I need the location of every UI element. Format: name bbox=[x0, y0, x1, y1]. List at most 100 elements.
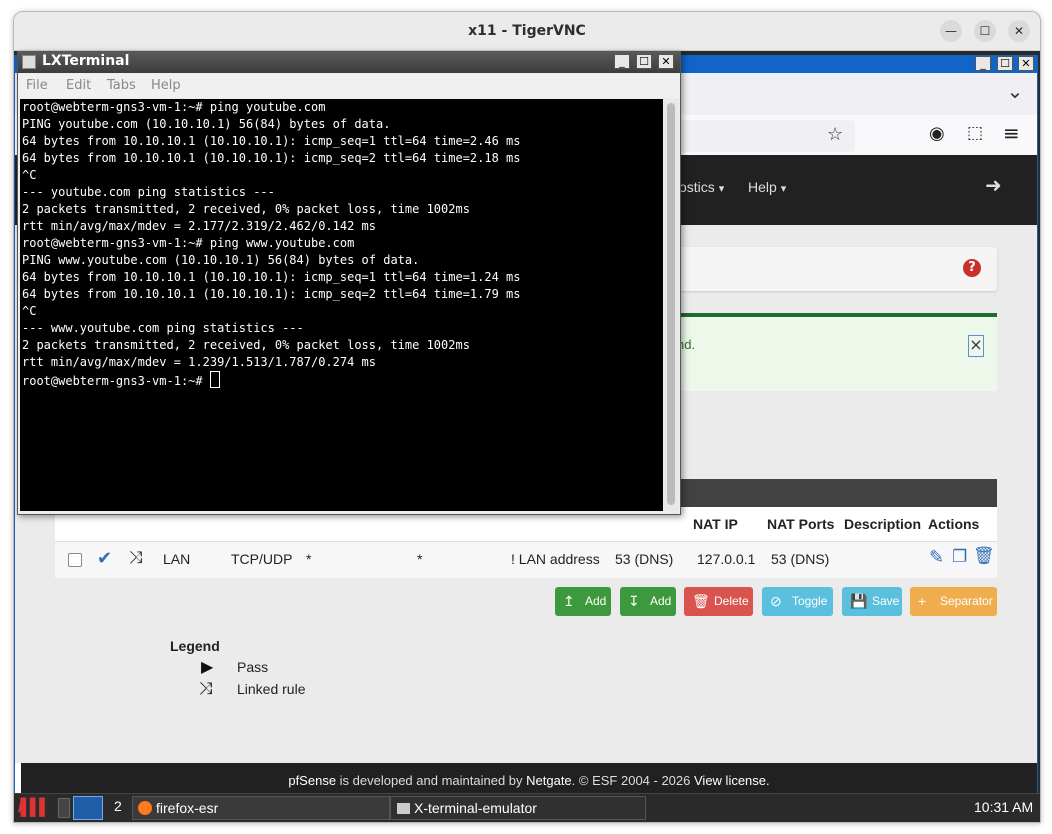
ban-icon: ⊘ bbox=[770, 593, 782, 609]
footer-copyright: . © ESF 2004 - 2026 bbox=[571, 773, 694, 788]
vnc-title: x11 - TigerVNC bbox=[468, 23, 586, 39]
footer-company-link[interactable]: Netgate bbox=[526, 773, 572, 788]
check-icon[interactable]: ✔ bbox=[97, 548, 112, 569]
cell-protocol: TCP/UDP bbox=[231, 551, 293, 567]
add-bottom-button[interactable]: ↧ Add bbox=[620, 587, 676, 616]
col-nat-ip: NAT IP bbox=[693, 516, 738, 532]
terminal-close-button[interactable]: ✕ bbox=[658, 54, 674, 69]
arrow-up-icon: ↥ bbox=[563, 593, 575, 609]
terminal-minimize-button[interactable]: _ bbox=[614, 54, 630, 69]
plus-icon: + bbox=[918, 593, 927, 609]
terminal-line: 64 bytes from 10.10.10.1 (10.10.10.1): i… bbox=[22, 151, 521, 165]
show-desktop-icon[interactable] bbox=[58, 798, 70, 818]
terminal-line: 64 bytes from 10.10.10.1 (10.10.10.1): i… bbox=[22, 287, 521, 301]
save-button[interactable]: 💾 Save bbox=[842, 587, 902, 616]
save-icon: 💾 bbox=[850, 593, 868, 609]
list-all-tabs-icon[interactable]: ⌄ bbox=[1005, 81, 1025, 105]
menu-edit[interactable]: Edit bbox=[66, 78, 91, 93]
account-icon[interactable]: ◉ bbox=[929, 123, 945, 144]
legend-linked-label: Linked rule bbox=[237, 681, 306, 697]
terminal-scrollbar[interactable] bbox=[664, 99, 678, 511]
terminal-line: PING www.youtube.com (10.10.10.1) 56(84)… bbox=[22, 253, 420, 267]
menu-tabs[interactable]: Tabs bbox=[107, 78, 136, 93]
terminal-line: PING youtube.com (10.10.10.1) 56(84) byt… bbox=[22, 117, 391, 131]
delete-button[interactable]: 🗑 Delete bbox=[684, 587, 753, 616]
help-icon[interactable]: ? bbox=[963, 259, 981, 277]
taskbar: /▌▌▌ 2 firefox-esr X-terminal-emulator 1… bbox=[14, 793, 1040, 822]
cell-source-ports: * bbox=[417, 551, 423, 567]
menu-file[interactable]: File bbox=[26, 78, 48, 93]
task-terminal[interactable]: X-terminal-emulator bbox=[390, 796, 646, 820]
edit-icon[interactable]: ✎ bbox=[929, 547, 944, 568]
add-top-button[interactable]: ↥ Add bbox=[555, 587, 611, 616]
cell-dest-address: ! LAN address bbox=[511, 551, 600, 567]
terminal-prompt-line: root@webterm-gns3-vm-1:~# bbox=[22, 371, 663, 390]
table-row[interactable]: ✔ ⤨ LAN TCP/UDP * * ! LAN address 53 (DN… bbox=[55, 541, 997, 578]
firefox-close-button[interactable]: ✕ bbox=[1018, 56, 1034, 71]
copy-icon[interactable]: ❐ bbox=[952, 547, 967, 567]
trash-icon: 🗑 bbox=[692, 593, 710, 609]
terminal-prompt: root@webterm-gns3-vm-1:~# bbox=[22, 374, 210, 388]
terminal-line: 64 bytes from 10.10.10.1 (10.10.10.1): i… bbox=[22, 270, 521, 284]
lxterminal-window: LXTerminal _ ☐ ✕ File Edit Tabs Help roo… bbox=[17, 51, 681, 515]
firefox-maximize-button[interactable]: ☐ bbox=[997, 56, 1013, 71]
lxterminal-titlebar[interactable]: LXTerminal _ ☐ ✕ bbox=[18, 52, 680, 73]
alert-close-button[interactable]: × bbox=[968, 335, 984, 357]
vnc-titlebar: x11 - TigerVNC — ☐ ✕ bbox=[14, 12, 1040, 51]
cell-source-address: * bbox=[306, 551, 312, 567]
task-terminal-label: X-terminal-emulator bbox=[414, 800, 537, 816]
terminal-line: ^C bbox=[22, 168, 37, 182]
toggle-button[interactable]: ⊘ Toggle bbox=[762, 587, 833, 616]
arrow-down-icon: ↧ bbox=[628, 593, 640, 609]
terminal-line: --- youtube.com ping statistics --- bbox=[22, 185, 275, 199]
extensions-icon[interactable]: ⬚ bbox=[967, 123, 983, 143]
logout-icon[interactable]: ➜ bbox=[985, 173, 1002, 197]
lxterminal-title: LXTerminal bbox=[42, 53, 130, 69]
cell-nat-ports: 53 (DNS) bbox=[771, 551, 830, 567]
row-select-checkbox[interactable] bbox=[68, 553, 82, 567]
scrollbar-thumb[interactable] bbox=[667, 103, 675, 505]
cell-dest-ports: 53 (DNS) bbox=[615, 551, 674, 567]
chevron-down-icon: ▾ bbox=[718, 183, 725, 195]
col-nat-ports: NAT Ports bbox=[767, 516, 835, 532]
start-menu-icon[interactable]: /▌▌▌ bbox=[18, 796, 54, 820]
nav-diagnostics-label: ostics bbox=[679, 179, 715, 195]
separator-button[interactable]: + Separator bbox=[910, 587, 997, 616]
nav-help[interactable]: Help ▾ bbox=[748, 179, 786, 195]
footer-brand-link[interactable]: pfSense bbox=[288, 773, 336, 788]
nav-diagnostics[interactable]: ostics ▾ bbox=[679, 179, 724, 195]
vnc-maximize-button[interactable]: ☐ bbox=[974, 20, 996, 42]
vnc-minimize-button[interactable]: — bbox=[940, 20, 962, 42]
linked-rule-icon: ⤨ bbox=[199, 679, 213, 699]
linked-rule-icon: ⤨ bbox=[129, 548, 143, 567]
terminal-icon bbox=[397, 803, 410, 814]
terminal-line: ^C bbox=[22, 304, 37, 318]
terminal-line: 64 bytes from 10.10.10.1 (10.10.10.1): i… bbox=[22, 134, 521, 148]
cell-nat-ip: 127.0.0.1 bbox=[697, 551, 756, 567]
footer-text: is developed and maintained by bbox=[336, 773, 527, 788]
firefox-minimize-button[interactable]: _ bbox=[975, 56, 991, 71]
desktop-1-button[interactable] bbox=[73, 796, 103, 820]
terminal-line: root@webterm-gns3-vm-1:~# ping www.youtu… bbox=[22, 236, 355, 250]
terminal-line: rtt min/avg/max/mdev = 1.239/1.513/1.787… bbox=[22, 355, 377, 369]
bookmark-star-icon[interactable]: ☆ bbox=[827, 124, 843, 145]
task-firefox[interactable]: firefox-esr bbox=[132, 796, 390, 820]
terminal-output[interactable]: root@webterm-gns3-vm-1:~# ping youtube.c… bbox=[20, 99, 663, 511]
terminal-app-icon bbox=[22, 55, 36, 69]
clock: 10:31 AM bbox=[974, 799, 1034, 815]
chevron-down-icon: ▾ bbox=[780, 183, 787, 195]
desktop-2-button[interactable]: 2 bbox=[114, 798, 122, 814]
terminal-maximize-button[interactable]: ☐ bbox=[636, 54, 652, 69]
footer-license-link[interactable]: View license. bbox=[694, 773, 770, 788]
terminal-line: --- www.youtube.com ping statistics --- bbox=[22, 321, 304, 335]
vnc-window: x11 - TigerVNC — ☐ ✕ _ ☐ ✕ ⌄ ☆ ◉ ⬚ ≡ ost… bbox=[13, 11, 1041, 823]
menu-help[interactable]: Help bbox=[151, 78, 181, 93]
app-menu-icon[interactable]: ≡ bbox=[1003, 121, 1020, 145]
terminal-line: root@webterm-gns3-vm-1:~# ping youtube.c… bbox=[22, 100, 326, 114]
remote-desktop: _ ☐ ✕ ⌄ ☆ ◉ ⬚ ≡ ostics ▾ Help ▾ ➜ ? nd. … bbox=[14, 51, 1040, 822]
trash-icon[interactable]: 🗑 bbox=[973, 546, 995, 566]
terminal-line: rtt min/avg/max/mdev = 2.177/2.319/2.462… bbox=[22, 219, 377, 233]
firefox-icon bbox=[138, 801, 152, 815]
vnc-close-button[interactable]: ✕ bbox=[1008, 20, 1030, 42]
col-description: Description bbox=[844, 516, 922, 532]
